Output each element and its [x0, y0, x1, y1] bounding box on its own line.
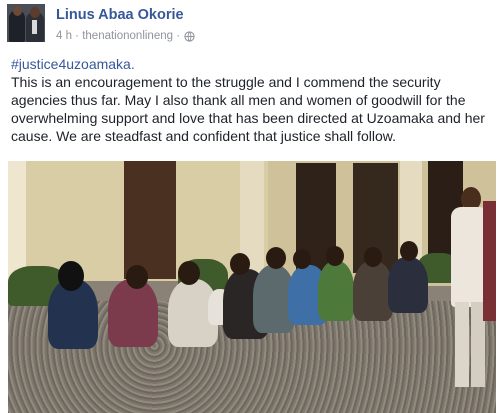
avatar[interactable] [7, 4, 45, 42]
post-photo[interactable] [8, 161, 496, 413]
author-name[interactable]: Linus Abaa Okorie [56, 7, 184, 23]
post-body-text: This is an encouragement to the struggle… [11, 74, 485, 144]
post-meta-text[interactable]: 4 h · thenationonlineng · [56, 30, 180, 42]
post-body: #justice4uzoamaka. This is an encouragem… [11, 55, 496, 145]
post-header: Linus Abaa Okorie 4 h · thenationonlinen… [7, 4, 497, 46]
post-meta: 4 h · thenationonlineng · [56, 30, 195, 42]
globe-icon[interactable] [184, 30, 195, 42]
hashtag-link[interactable]: #justice4uzoamaka. [11, 55, 496, 73]
